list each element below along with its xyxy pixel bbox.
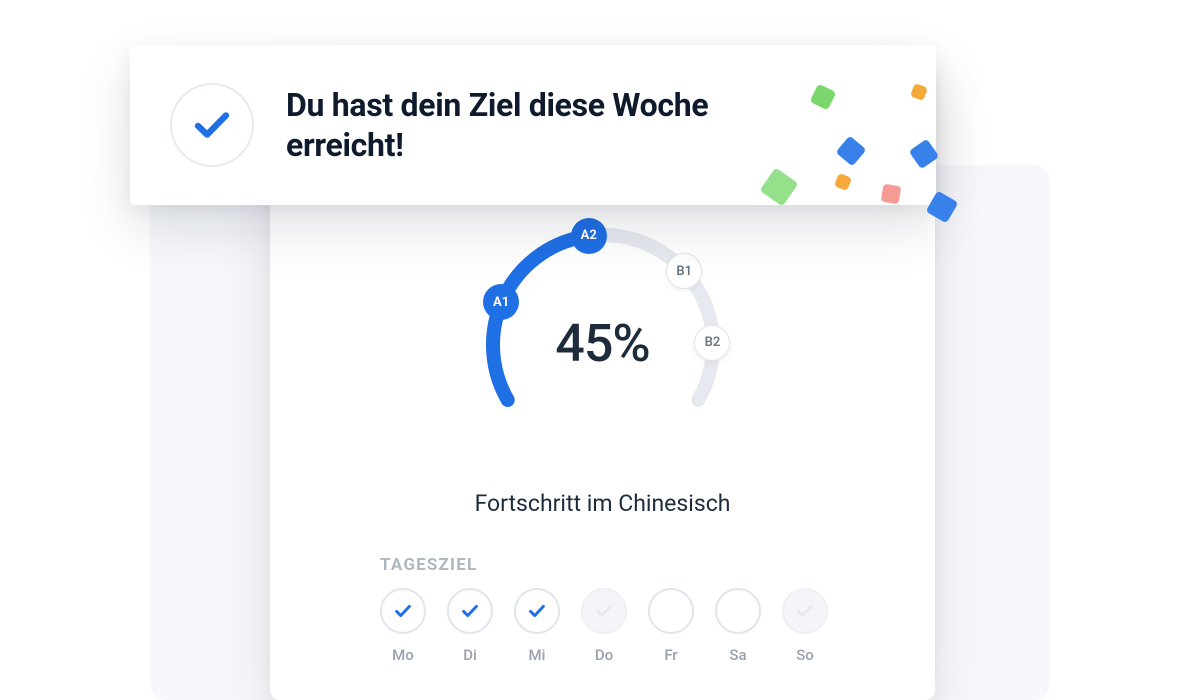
goal-toast: Du hast dein Ziel diese Woche erreicht! <box>130 45 936 205</box>
checkmark-icon <box>392 600 414 622</box>
confetti-piece <box>760 168 799 207</box>
level-badge-a1: A1 <box>483 284 519 320</box>
level-badge-a2: A2 <box>571 218 607 254</box>
day-label: Mo <box>392 646 414 664</box>
day-label: Mi <box>529 646 546 664</box>
confetti-piece <box>834 173 852 191</box>
day-label: So <box>796 646 814 664</box>
day-mo[interactable]: Mo <box>380 588 426 664</box>
day-circle <box>648 588 694 634</box>
progress-caption: Fortschritt im Chinesisch <box>270 490 935 517</box>
daily-goal-heading: TAGESZIEL <box>380 555 477 575</box>
day-circle <box>581 588 627 634</box>
day-circle <box>447 588 493 634</box>
checkmark-icon <box>526 600 548 622</box>
confetti-piece <box>909 139 940 170</box>
checkmark-icon <box>593 600 615 622</box>
level-badge-b2: B2 <box>694 325 730 361</box>
day-label: Di <box>463 646 477 664</box>
day-circle <box>514 588 560 634</box>
confetti-piece <box>881 184 902 205</box>
day-do[interactable]: Do <box>581 588 627 664</box>
level-badge-b1: B1 <box>666 253 702 289</box>
toast-message: Du hast dein Ziel diese Woche erreicht! <box>286 85 716 165</box>
day-fr[interactable]: Fr <box>648 588 694 664</box>
confetti-piece <box>910 83 928 101</box>
checkmark-icon <box>191 104 233 146</box>
day-label: Do <box>595 646 613 664</box>
day-label: Fr <box>664 646 677 664</box>
confetti-piece <box>836 136 867 167</box>
daily-goal-row: Mo Di Mi Do Fr Sa So <box>380 588 828 664</box>
day-label: Sa <box>729 646 746 664</box>
toast-check-circle <box>170 83 254 167</box>
day-circle <box>380 588 426 634</box>
day-mi[interactable]: Mi <box>514 588 560 664</box>
day-circle <box>782 588 828 634</box>
day-so[interactable]: So <box>782 588 828 664</box>
confetti-piece <box>810 84 837 111</box>
checkmark-icon <box>794 600 816 622</box>
day-circle <box>715 588 761 634</box>
day-sa[interactable]: Sa <box>715 588 761 664</box>
day-di[interactable]: Di <box>447 588 493 664</box>
checkmark-icon <box>459 600 481 622</box>
progress-gauge: 45% A1A2B1B2 <box>443 215 763 475</box>
